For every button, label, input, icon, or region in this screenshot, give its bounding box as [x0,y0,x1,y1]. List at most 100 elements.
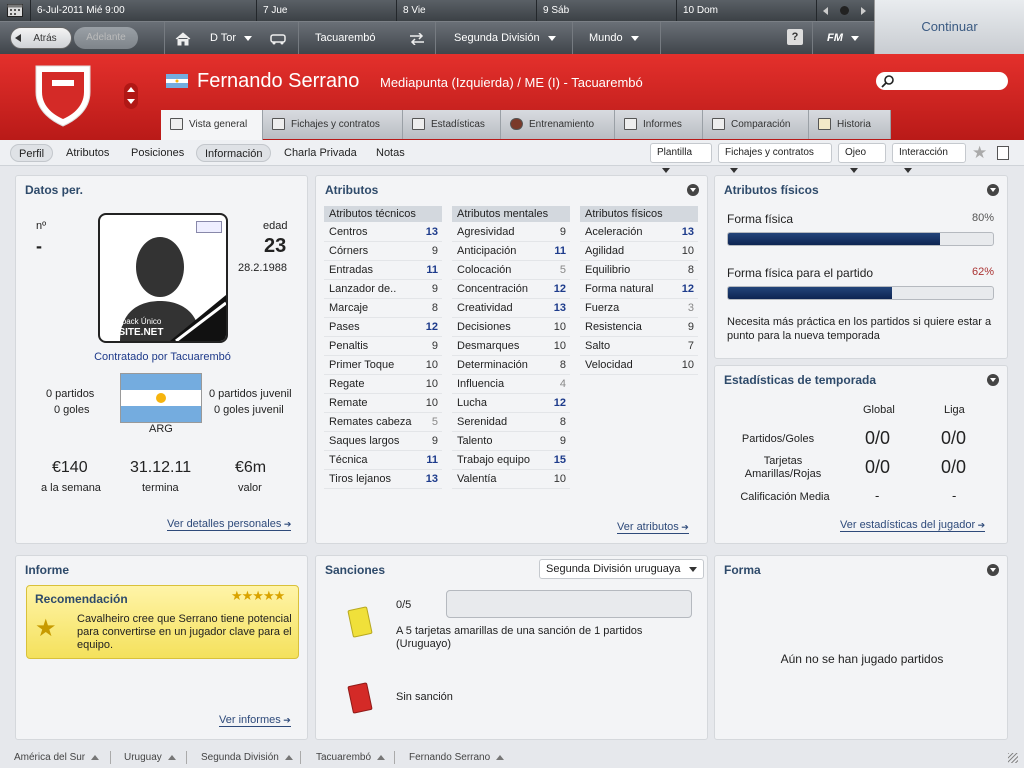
attribute-value: 8 [559,359,566,371]
home-icon[interactable] [175,22,193,55]
prev-icon[interactable] [823,7,828,15]
attribute-row: Forma natural 12 [580,280,698,299]
next-icon[interactable] [861,7,866,15]
subnav-charla-privada[interactable]: Charla Privada [276,144,365,162]
player-scroll-control[interactable] [124,83,138,109]
subnav-atributos[interactable]: Atributos [58,144,117,162]
team-menu[interactable]: Tacuarembó [315,22,376,55]
manager-menu[interactable]: D Tor [210,22,253,55]
help-button[interactable]: ? [787,29,803,45]
star-icon[interactable]: ★ [972,143,987,163]
panel-title: Forma [724,563,761,577]
fm-menu[interactable]: FM [827,22,859,55]
swap-icon[interactable] [408,22,426,55]
breadcrumb: América del Sur Uruguay Segunda División… [0,747,1024,768]
contracted-link[interactable]: Contratado por Tacuarembó [16,351,309,363]
stat-global: 0/0 [865,457,891,477]
player-stats-link[interactable]: Ver estadísticas del jugador [840,519,986,532]
attribute-value: 8 [431,302,438,314]
panel-menu-icon[interactable] [987,374,999,386]
division-menu[interactable]: Segunda División [454,22,556,55]
attribute-name: Fuerza [585,302,620,314]
attribute-row: Lucha 12 [452,394,570,413]
day-9[interactable]: 9 Sáb [536,0,676,21]
subnav-perfil[interactable]: Perfil [10,144,54,162]
attribute-row: Pases 12 [324,318,442,337]
subnav-posiciones[interactable]: Posiciones [123,144,192,162]
attribute-value: 13 [425,226,438,238]
attribute-name: Primer Toque [329,359,395,371]
attribute-value: 10 [425,359,438,371]
subnav-notas[interactable]: Notas [368,144,413,162]
attribute-name: Salto [585,340,611,352]
interaccion-dropdown[interactable]: Interacción [892,143,966,173]
breadcrumb-item[interactable]: Segunda División [201,752,293,763]
expiry-label: termina [142,482,179,494]
attribute-value: 9 [431,283,438,295]
stat-liga: 0/0 [941,428,967,448]
competition-dropdown[interactable]: Segunda División uruguaya [539,559,704,579]
plantilla-dropdown[interactable]: Plantilla [650,143,712,173]
panel-title: Estadísticas de temporada [724,373,877,387]
up-icon[interactable] [127,87,135,92]
back-button[interactable]: Atrás [10,27,72,49]
attribute-name: Velocidad [585,359,633,371]
attribute-value: 12 [425,321,438,333]
attribute-value: 10 [681,359,694,371]
mental-header: Atributos mentales [452,206,570,222]
technical-header: Atributos técnicos [324,206,442,222]
technical-attributes: Atributos técnicos Centros 13 Córners 9 Entr… [324,206,442,489]
add-note-icon[interactable] [997,146,1009,160]
tab-informes[interactable]: Informes [615,110,703,139]
bus-icon[interactable] [270,22,286,55]
breadcrumb-item[interactable]: Uruguay [124,752,176,763]
attribute-name: Colocación [457,264,512,276]
breadcrumb-item[interactable]: Fernando Serrano [409,752,505,763]
search-input[interactable] [876,72,1008,90]
calendar-icon[interactable] [0,0,30,21]
calendar-controls[interactable] [816,0,874,21]
breadcrumb-item[interactable]: Tacuarembó [316,752,386,763]
tab-comparacion[interactable]: Comparación [703,110,809,139]
attribute-value: 12 [553,397,566,409]
attribute-row: Tiros lejanos 13 [324,470,442,489]
continue-button[interactable]: Continuar [874,0,1024,54]
down-icon[interactable] [127,99,135,104]
fichajes-dropdown[interactable]: Fichajes y contratos [718,143,832,173]
attribute-name: Tiros lejanos [329,473,391,485]
attributes-link[interactable]: Ver atributos [617,521,689,534]
attribute-row: Fuerza 3 [580,299,698,318]
ojeo-dropdown[interactable]: Ojeo [838,143,886,173]
attribute-row: Regate 10 [324,375,442,394]
breadcrumb-item[interactable]: América del Sur [14,752,100,763]
personal-details-link[interactable]: Ver detalles personales [167,518,292,531]
reports-link[interactable]: Ver informes [219,714,291,727]
attribute-value: 9 [559,226,566,238]
fitness-bar-fill [728,233,940,245]
day-8[interactable]: 8 Vie [396,0,536,21]
resize-grip-icon[interactable] [1008,753,1018,763]
tab-estadisticas[interactable]: Estadísticas [403,110,501,139]
fitness-bar [727,232,994,246]
day-7[interactable]: 7 Jue [256,0,396,21]
panel-menu-icon[interactable] [987,184,999,196]
tab-entrenamiento[interactable]: Entrenamiento [501,110,615,139]
day-10[interactable]: 10 Dom [676,0,816,21]
forward-button[interactable]: Adelante [74,27,138,49]
tab-vista-general[interactable]: Vista general [161,110,263,140]
attribute-value: 9 [431,245,438,257]
yellow-count: 0/5 [396,599,412,611]
tab-historia[interactable]: Historia [809,110,891,139]
panel-menu-icon[interactable] [987,564,999,576]
panel-menu-icon[interactable] [687,184,699,196]
tab-fichajes[interactable]: Fichajes y contratos [263,110,403,139]
attribute-row: Creatividad 13 [452,299,570,318]
world-menu[interactable]: Mundo [589,22,639,55]
form-empty-message: Aún no se han jugado partidos [780,652,944,666]
attribute-row: Saques largos 9 [324,432,442,451]
recommendation-text: Cavalheiro cree que Serrano tiene potenc… [77,613,292,651]
dot-icon[interactable] [840,6,849,15]
subnav-informacion[interactable]: Información [196,144,272,162]
attribute-row: Concentración 12 [452,280,570,299]
training-icon [510,118,523,130]
